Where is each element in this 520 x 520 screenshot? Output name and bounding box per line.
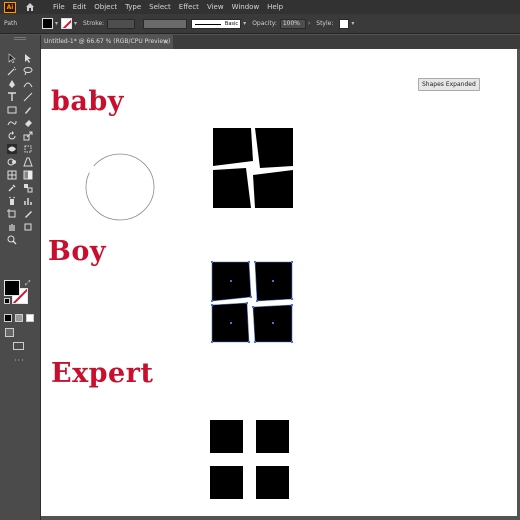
blend-tool-icon[interactable] [23, 183, 33, 193]
shaper-tool-icon[interactable] [7, 118, 17, 128]
selection-type-label: Path [4, 20, 18, 27]
opacity-label: Opacity: [252, 20, 277, 27]
document-tab-bar: Untitled-1* @ 66.67 % (RGB/CPU Preview) … [41, 35, 520, 49]
chevron-down-icon[interactable]: ▾ [74, 20, 77, 27]
app-logo: Ai [4, 1, 16, 13]
edit-toolbar-button[interactable]: ··· [14, 356, 25, 365]
rectangle-tool-icon[interactable] [7, 105, 17, 115]
mesh-tool-icon[interactable] [7, 170, 17, 180]
menu-file[interactable]: File [49, 3, 69, 11]
curvature-tool-icon[interactable] [23, 79, 33, 89]
type-tool-icon[interactable] [7, 92, 17, 102]
rotate-tool-icon[interactable] [7, 131, 17, 141]
stroke-label: Stroke: [83, 20, 105, 27]
style-label: Style: [316, 20, 334, 27]
canvas-area[interactable]: baby ⌖ Boy Expert Shapes Expanded [41, 49, 520, 520]
four-petal-shape[interactable] [213, 128, 293, 208]
menu-effect[interactable]: Effect [175, 3, 203, 11]
fill-swatch[interactable] [42, 18, 53, 29]
width-tool-icon[interactable] [7, 144, 17, 154]
artboard-tool-icon[interactable] [7, 209, 17, 219]
menu-window[interactable]: Window [228, 3, 264, 11]
menu-view[interactable]: View [203, 3, 228, 11]
brush-definition[interactable]: Basic [191, 18, 242, 29]
print-tiling-tool-icon[interactable] [23, 222, 33, 232]
expanded-four-petal-shape[interactable] [211, 261, 293, 343]
document-tab[interactable]: Untitled-1* @ 66.67 % (RGB/CPU Preview) … [41, 35, 173, 49]
text-boy[interactable]: Boy [48, 236, 106, 267]
status-tooltip: Shapes Expanded [418, 78, 480, 91]
menu-help[interactable]: Help [263, 3, 287, 11]
artboard[interactable]: baby ⌖ Boy Expert Shapes Expanded [41, 49, 517, 516]
gradient-tool-icon[interactable] [23, 170, 33, 180]
variable-width-profile[interactable] [143, 18, 188, 29]
text-expert[interactable]: Expert [51, 358, 153, 389]
eraser-tool-icon[interactable] [23, 118, 33, 128]
text-baby[interactable]: baby [51, 86, 124, 117]
eyedropper-tool-icon[interactable] [7, 183, 17, 193]
close-icon[interactable]: × [163, 35, 169, 49]
chevron-right-icon[interactable]: › [308, 20, 310, 27]
free-transform-tool-icon[interactable] [23, 144, 33, 154]
line-tool-icon[interactable] [23, 92, 33, 102]
gradient-mode-button[interactable] [15, 314, 23, 322]
lasso-tool-icon[interactable] [23, 66, 33, 76]
zoom-tool-icon[interactable] [7, 235, 17, 245]
selection-tool-icon[interactable] [7, 53, 17, 63]
opacity-field[interactable]: 100% [279, 18, 306, 29]
magic-wand-tool-icon[interactable] [7, 66, 17, 76]
circle-path[interactable] [83, 152, 157, 222]
default-colors-icon[interactable] [4, 298, 10, 304]
menu-edit[interactable]: Edit [69, 3, 91, 11]
draw-mode-icon[interactable] [5, 328, 14, 337]
stroke-swatch[interactable] [61, 18, 73, 29]
scale-tool-icon[interactable] [23, 131, 33, 141]
graphic-style-swatch[interactable] [339, 18, 350, 29]
menu-items: File Edit Object Type Select Effect View… [49, 3, 287, 11]
panel-grip[interactable] [14, 37, 26, 40]
pen-tool-icon[interactable] [7, 79, 17, 89]
tools-panel: ⤢ ··· [0, 35, 41, 520]
menu-type[interactable]: Type [121, 3, 145, 11]
perspective-grid-tool-icon[interactable] [23, 157, 33, 167]
cursor-icon: ⌖ [93, 91, 97, 99]
hand-tool-icon[interactable] [7, 222, 17, 232]
paintbrush-tool-icon[interactable] [23, 105, 33, 115]
document-tab-title: Untitled-1* @ 66.67 % (RGB/CPU Preview) [44, 38, 171, 45]
chevron-down-icon[interactable]: ▾ [351, 20, 354, 27]
menu-select[interactable]: Select [145, 3, 175, 11]
fill-color-box[interactable] [4, 280, 20, 296]
menu-bar: Ai File Edit Object Type Select Effect V… [0, 0, 520, 14]
symbol-sprayer-tool-icon[interactable] [7, 196, 17, 206]
slice-tool-icon[interactable] [23, 209, 33, 219]
illustrator-window: Ai File Edit Object Type Select Effect V… [0, 0, 520, 520]
color-mode-button[interactable] [4, 314, 12, 322]
shape-builder-tool-icon[interactable] [7, 157, 17, 167]
screen-mode-icon[interactable] [13, 342, 24, 350]
swap-fill-stroke-icon[interactable]: ⤢ [25, 279, 31, 288]
stroke-weight-field[interactable] [107, 18, 136, 29]
home-icon[interactable] [25, 2, 35, 12]
column-graph-tool-icon[interactable] [23, 196, 33, 206]
four-squares-shape[interactable] [210, 420, 289, 499]
chevron-down-icon[interactable]: ▾ [243, 20, 246, 27]
chevron-down-icon[interactable]: ▾ [55, 20, 58, 27]
brush-name: Basic [224, 20, 239, 27]
direct-selection-tool-icon[interactable] [23, 53, 33, 63]
control-bar: Path ▾ ▾ Stroke: Basic ▾ Opacity: 100% ›… [0, 14, 520, 34]
menu-object[interactable]: Object [90, 3, 121, 11]
none-mode-button[interactable] [26, 314, 34, 322]
